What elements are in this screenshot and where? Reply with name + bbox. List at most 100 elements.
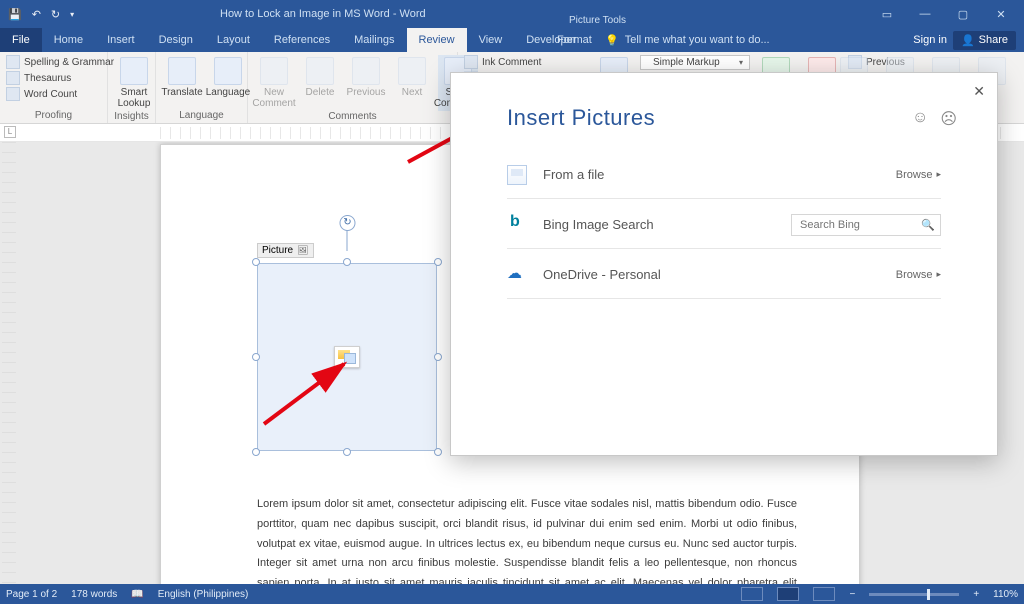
vertical-ruler[interactable] (2, 142, 16, 584)
share-icon: 👤 (961, 34, 975, 47)
next-comment-button[interactable]: Next (392, 55, 432, 100)
bing-search-input[interactable] (791, 214, 941, 236)
previous-comment-button[interactable]: Previous (346, 55, 386, 100)
zoom-level[interactable]: 110% (993, 589, 1018, 600)
resize-handle-se[interactable] (434, 448, 442, 456)
chevron-right-icon: ▸ (936, 269, 941, 280)
new-comment-button[interactable]: New Comment (254, 55, 294, 111)
picture-box[interactable] (257, 263, 437, 451)
insert-pictures-dialog: ✕ ☺ ☹ Insert Pictures From a file Browse… (450, 72, 998, 456)
read-mode-button[interactable] (741, 587, 763, 601)
print-layout-button[interactable] (777, 587, 799, 601)
resize-handle-e[interactable] (434, 353, 442, 361)
resize-handle-sw[interactable] (252, 448, 260, 456)
zoom-slider[interactable] (869, 593, 959, 596)
dialog-close-button[interactable]: ✕ (973, 83, 985, 100)
language-icon (214, 57, 242, 85)
maximize-button[interactable]: ▢ (944, 0, 982, 28)
thesaurus-button[interactable]: Thesaurus (6, 71, 114, 85)
chevron-right-icon: ▸ (936, 169, 941, 180)
tab-stop-selector[interactable]: L (4, 126, 16, 138)
delete-comment-button[interactable]: Delete (300, 55, 340, 100)
dialog-title: Insert Pictures (507, 105, 655, 131)
picture-placeholder-icon (334, 346, 360, 368)
ribbon-display-icon[interactable]: ▭ (868, 0, 906, 28)
share-button[interactable]: 👤 Share (953, 31, 1016, 50)
page-indicator[interactable]: Page 1 of 2 (6, 589, 57, 600)
web-layout-button[interactable] (813, 587, 835, 601)
zoom-in-button[interactable]: + (973, 589, 979, 600)
translate-button[interactable]: Translate (162, 55, 202, 100)
tell-me-box[interactable]: 💡 Tell me what you want to do... (605, 28, 770, 52)
from-file-label: From a file (543, 167, 604, 182)
tell-me-placeholder: Tell me what you want to do... (625, 34, 770, 46)
quick-access-toolbar: 💾 ↶ ↻ ▾ (0, 8, 74, 21)
onedrive-row[interactable]: OneDrive - Personal Browse▸ (507, 251, 941, 299)
tab-mailings[interactable]: Mailings (342, 28, 406, 52)
ink-comment-button[interactable]: Ink Comment (464, 55, 541, 69)
body-paragraph[interactable]: Lorem ipsum dolor sit amet, consectetur … (257, 495, 797, 584)
smart-lookup-button[interactable]: Smart Lookup (114, 55, 154, 111)
status-bar: Page 1 of 2 178 words 📖 English (Philipp… (0, 584, 1024, 604)
spelling-grammar-button[interactable]: Spelling & Grammar (6, 55, 114, 69)
bing-label: Bing Image Search (543, 217, 654, 232)
resize-handle-ne[interactable] (434, 258, 442, 266)
tab-references[interactable]: References (262, 28, 342, 52)
previous-comment-icon (352, 57, 380, 85)
group-label-insights: Insights (114, 111, 149, 124)
share-label: Share (979, 34, 1008, 46)
group-label-language: Language (162, 110, 241, 123)
tab-format[interactable]: Format (545, 28, 604, 52)
resize-handle-n[interactable] (343, 258, 351, 266)
bing-search-row[interactable]: Bing Image Search 🔍 (507, 201, 941, 249)
resize-handle-s[interactable] (343, 448, 351, 456)
tab-view[interactable]: View (467, 28, 515, 52)
document-title: How to Lock an Image in MS Word - Word (220, 8, 426, 20)
tab-insert[interactable]: Insert (95, 28, 147, 52)
proofing-status-icon[interactable]: 📖 (131, 589, 143, 600)
resize-handle-w[interactable] (252, 353, 260, 361)
word-count-button[interactable]: Word Count (6, 87, 114, 101)
translate-icon (168, 57, 196, 85)
thesaurus-icon (6, 71, 20, 85)
lightbulb-icon: 💡 (605, 34, 619, 47)
feedback-happy-icon[interactable]: ☺ (912, 109, 928, 129)
browse-file-link[interactable]: Browse▸ (896, 169, 941, 181)
new-comment-icon (260, 57, 288, 85)
contextual-tab-label: Picture Tools (555, 0, 640, 28)
undo-icon[interactable]: ↶ (32, 8, 41, 21)
markup-display-select[interactable]: Simple Markup (640, 55, 750, 70)
rotate-handle[interactable] (347, 229, 348, 251)
close-window-button[interactable]: ✕ (982, 0, 1020, 28)
spell-check-icon (6, 55, 20, 69)
word-count-status[interactable]: 178 words (71, 589, 117, 600)
browse-onedrive-link[interactable]: Browse▸ (896, 269, 941, 281)
word-count-icon (6, 87, 20, 101)
feedback-sad-icon[interactable]: ☹ (940, 109, 957, 129)
search-icon[interactable]: 🔍 (921, 218, 935, 231)
titlebar: 💾 ↶ ↻ ▾ How to Lock an Image in MS Word … (0, 0, 1024, 28)
tab-review[interactable]: Review (407, 28, 467, 52)
file-icon (507, 165, 527, 185)
picture-placeholder[interactable]: Picture (257, 263, 437, 451)
pen-icon (464, 55, 478, 69)
resize-handle-nw[interactable] (252, 258, 260, 266)
smart-lookup-icon (120, 57, 148, 85)
from-file-row[interactable]: From a file Browse▸ (507, 151, 941, 199)
tab-layout[interactable]: Layout (205, 28, 262, 52)
tab-design[interactable]: Design (147, 28, 205, 52)
minimize-button[interactable]: — (906, 0, 944, 28)
qat-dropdown-icon[interactable]: ▾ (70, 10, 74, 19)
sign-in-link[interactable]: Sign in (913, 34, 947, 46)
redo-icon[interactable]: ↻ (51, 8, 60, 21)
delete-comment-icon (306, 57, 334, 85)
language-button[interactable]: Language (208, 55, 248, 100)
save-icon[interactable]: 💾 (8, 8, 22, 21)
zoom-out-button[interactable]: − (849, 589, 855, 600)
language-status[interactable]: English (Philippines) (158, 589, 249, 600)
tab-home[interactable]: Home (42, 28, 95, 52)
group-label-proofing: Proofing (6, 110, 101, 123)
picture-floating-label[interactable]: Picture (257, 243, 314, 258)
tab-file[interactable]: File (0, 28, 42, 52)
ribbon-tabs: File Home Insert Design Layout Reference… (0, 28, 1024, 52)
